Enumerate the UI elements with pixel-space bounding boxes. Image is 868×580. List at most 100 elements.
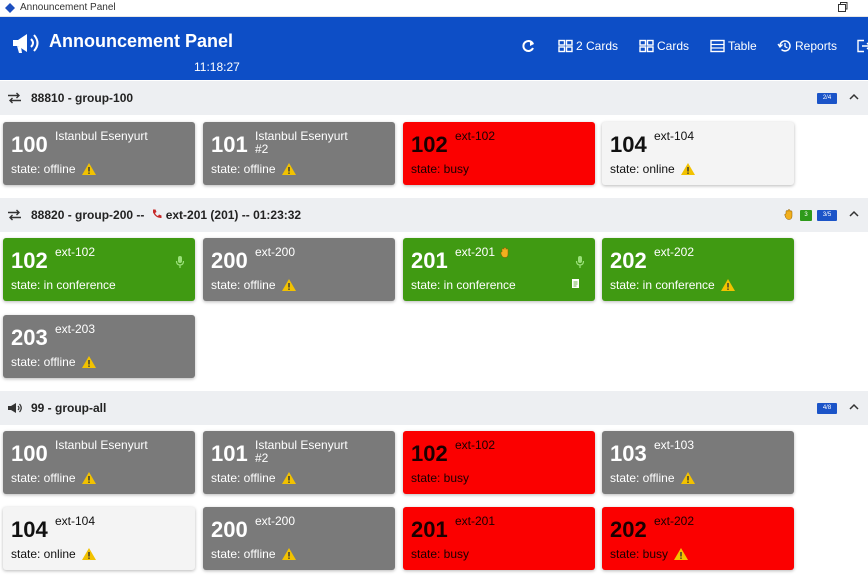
active-call-text: ext-201 (201) -- 01:23:32 [165,208,302,222]
extension-card-100[interactable]: 100 Istanbul Esenyurt state: offline [3,122,195,185]
warning-icon [81,472,96,484]
extension-state: state: offline [211,471,297,485]
extension-state: state: offline [11,471,97,485]
extension-card-203[interactable]: 203 ext-203 state: offline [3,315,195,378]
member-count-badge: 3/5 [817,210,837,221]
document-icon[interactable] [571,278,581,289]
two-cards-label: 2 Cards [576,39,619,53]
extension-name: Istanbul Esenyurt [55,129,148,143]
state-text: state: offline [11,162,76,176]
extension-number: 104 [610,132,647,157]
cards-icon [639,39,654,53]
extension-name: ext-203 [55,322,96,336]
extension-card-102[interactable]: 102 ext-102 state: busy [403,431,595,494]
extension-number: 100 [11,441,48,466]
transfer-icon [8,92,21,104]
state-text: state: in conference [411,278,516,292]
group-title: 99 - group-all [31,401,107,415]
member-count-badge: 2/4 [817,93,837,104]
extension-name: ext-202 [654,245,695,259]
extension-name: Istanbul Esenyurt [55,438,148,452]
extension-card-100[interactable]: 100 Istanbul Esenyurt state: offline [3,431,195,494]
extension-state: state: offline [610,471,696,485]
group-header-group-all[interactable]: 99 - group-all 4/8 [0,391,868,425]
extension-card-201[interactable]: 201 ext-201 state: busy [403,507,595,570]
warning-icon [674,548,689,560]
state-text: state: offline [11,355,76,369]
group-title: 88810 - group-100 [31,91,134,105]
extension-number: 102 [411,441,448,466]
group-header-group-100[interactable]: 88810 - group-100 2/4 [0,81,868,115]
extension-card-101[interactable]: 101 Istanbul Esenyurt #2 state: offline [203,431,395,494]
extension-number: 102 [11,248,48,273]
extension-number: 103 [610,441,647,466]
extension-state: state: offline [211,278,297,292]
state-text: state: offline [211,471,276,485]
chevron-up-icon[interactable] [848,402,860,412]
extension-card-200[interactable]: 200 ext-200 state: offline [203,238,395,301]
group-title: 88820 - group-200 -- ext-201 (201) -- 01… [31,208,301,222]
extension-card-202[interactable]: 202 ext-202 state: busy [602,507,794,570]
extension-state: state: offline [11,355,97,369]
chevron-up-icon[interactable] [848,209,860,219]
extension-card-200[interactable]: 200 ext-200 state: offline [203,507,395,570]
microphone-icon[interactable] [575,255,585,269]
extension-state: state: offline [211,162,297,176]
chevron-up-icon[interactable] [848,92,860,102]
extension-name: ext-202 [654,514,695,528]
extension-card-101[interactable]: 101 Istanbul Esenyurt #2 state: offline [203,122,395,185]
megaphone-icon [8,403,22,413]
refresh-icon [522,40,534,52]
extension-state: state: in conference [11,278,116,292]
extension-state: state: busy [411,471,469,485]
two-cards-view-button[interactable]: 2 Cards [558,39,618,53]
state-text: state: offline [211,162,276,176]
extension-state: state: online [11,547,97,561]
reports-label: Reports [795,39,838,53]
extension-card-104[interactable]: 104 ext-104 state: online [602,122,794,185]
cards-view-button[interactable]: Cards [639,39,689,53]
extension-number: 101 [211,441,248,466]
logout-icon [857,39,868,53]
extension-card-202[interactable]: 202 ext-202 state: in conference [602,238,794,301]
extension-state: state: busy [411,162,469,176]
restore-window-icon[interactable] [836,1,848,14]
group-title-text: 88820 - group-200 -- [31,208,148,222]
extension-state: state: busy [610,547,689,561]
state-text: state: online [610,162,675,176]
state-text: state: offline [11,471,76,485]
extension-card-102[interactable]: 102 ext-102 state: in conference [3,238,195,301]
extension-state: state: offline [211,547,297,561]
group-header-group-200[interactable]: 88820 - group-200 -- ext-201 (201) -- 01… [0,198,868,232]
extension-state: state: in conference [411,278,516,292]
app-title: Announcement Panel [49,31,234,51]
state-text: state: busy [411,471,470,485]
extension-state: state: busy [411,547,469,561]
state-text: state: offline [610,471,675,485]
extension-card-102[interactable]: 102 ext-102 state: busy [403,122,595,185]
extension-number: 100 [11,132,48,157]
extension-number: 202 [610,248,647,273]
extension-number: 201 [411,248,448,273]
table-view-button[interactable]: Table [710,39,757,53]
logout-button[interactable] [856,39,868,53]
extension-state: state: offline [11,162,97,176]
extension-name: ext-201 [455,514,496,528]
table-label: Table [728,39,757,53]
warning-icon [81,163,96,175]
extension-card-103[interactable]: 103 ext-103 state: offline [602,431,794,494]
extension-card-201[interactable]: 201 ext-201 state: in conference [403,238,595,301]
raised-hand-icon [500,247,509,258]
extension-name: Istanbul Esenyurt #2 [255,438,348,465]
conference-count-badge: 3 [800,210,812,221]
table-icon [710,39,725,53]
microphone-icon[interactable] [175,255,185,269]
extension-name: ext-102 [455,129,496,143]
refresh-button[interactable] [521,39,536,53]
extension-number: 200 [211,517,248,542]
extension-card-104[interactable]: 104 ext-104 state: online [3,507,195,570]
warning-icon [720,279,735,291]
reports-button[interactable]: Reports [777,39,837,53]
state-text: state: offline [211,278,276,292]
extension-name: ext-200 [255,514,296,528]
